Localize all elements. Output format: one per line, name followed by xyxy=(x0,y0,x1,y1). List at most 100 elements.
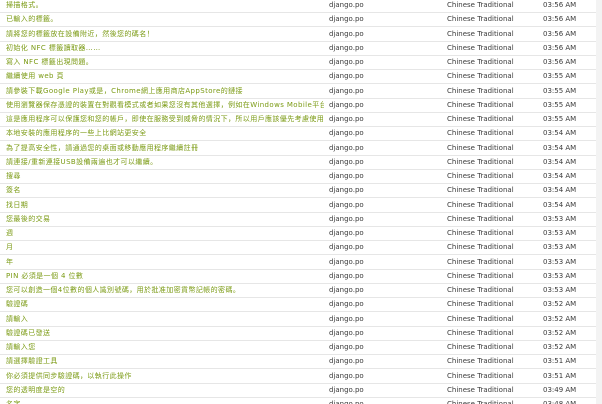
source-text[interactable]: 繼續使用 web 頁 xyxy=(6,70,324,83)
table-row[interactable]: 你必須提供同步驗證碼，以執行此操作 django.po Chinese Tradit… xyxy=(0,370,602,384)
file-name: django.po xyxy=(329,229,364,237)
timestamp: 03:52 AM xyxy=(543,328,577,337)
table-row[interactable]: 您可以創造一個4位數的個人識別號碼，用於批准加密貨幣記帳的密碼。 django.p… xyxy=(0,284,602,298)
language-name: Chinese Traditional xyxy=(447,400,514,404)
file-name: django.po xyxy=(329,400,364,404)
table-row[interactable]: 本地安裝的應用程序的一些上比網站更安全 django.po Chinese Trad… xyxy=(0,127,602,142)
table-row[interactable]: 請連接/重新連接USB設備兩遍也才可以繼續。 django.po Chinese T… xyxy=(0,156,602,170)
timestamp: 03:53 AM xyxy=(543,257,577,266)
table-row[interactable]: 初始化 NFC 標籤讀取器…… django.po Chinese Traditio… xyxy=(0,42,602,56)
timestamp: 03:56 AM xyxy=(543,1,577,9)
table-row[interactable]: 找日期 django.po Chinese Traditional 03:54 AM xyxy=(0,199,602,213)
source-text[interactable]: 為了提高安全性，請通過您的桌面或移動應用程序繼續註冊 xyxy=(6,142,324,155)
language-name: Chinese Traditional xyxy=(447,186,514,195)
source-text[interactable]: 請輸入您 xyxy=(6,341,324,354)
file-name: django.po xyxy=(329,100,364,109)
source-text[interactable]: 初始化 NFC 標籤讀取器…… xyxy=(6,42,324,55)
timestamp: 03:54 AM xyxy=(543,157,577,166)
timestamp: 03:53 AM xyxy=(543,214,577,223)
table-row[interactable]: 寫入 NFC 標籤出現問題。 django.po Chinese Tradition… xyxy=(0,56,602,70)
language-name: Chinese Traditional xyxy=(447,29,514,38)
source-text[interactable]: 掃描格式。 xyxy=(6,0,324,12)
table-row[interactable]: 請輸入您 django.po Chinese Traditional 03:52 AM xyxy=(0,341,602,355)
table-row[interactable]: 請選擇驗證工具 django.po Chinese Traditional 03:51… xyxy=(0,355,602,370)
timestamp: 03:54 AM xyxy=(543,172,577,180)
source-text[interactable]: 本地安裝的應用程序的一些上比網站更安全 xyxy=(6,127,324,140)
source-text[interactable]: 找日期 xyxy=(6,199,324,212)
translations-table: 掃描格式。 django.po Chinese Traditional 03:56 A… xyxy=(0,0,602,404)
source-text[interactable]: 請輸入 xyxy=(6,313,324,326)
language-name: Chinese Traditional xyxy=(447,58,514,66)
source-text[interactable]: 年 xyxy=(6,256,324,269)
language-name: Chinese Traditional xyxy=(447,229,514,237)
file-name: django.po xyxy=(329,328,364,337)
file-name: django.po xyxy=(329,214,364,223)
table-row[interactable]: 年 django.po Chinese Traditional 03:53 AM xyxy=(0,256,602,270)
table-row[interactable]: 請參裝下載Google Play或是，Chrome網上應用商店AppStore的… xyxy=(0,85,602,99)
timestamp: 03:53 AM xyxy=(543,229,577,237)
language-name: Chinese Traditional xyxy=(447,271,514,280)
source-text[interactable]: 搜尋 xyxy=(6,170,324,183)
table-row[interactable]: 簽名 django.po Chinese Traditional 03:54 AM xyxy=(0,184,602,199)
source-text[interactable]: PIN 必須是一個 4 位數 xyxy=(6,270,324,283)
source-text[interactable]: 您的透明度是空的 xyxy=(6,384,324,397)
source-text[interactable]: 驗證碼 xyxy=(6,298,324,311)
source-text[interactable]: 月 xyxy=(6,241,324,254)
timestamp: 03:54 AM xyxy=(543,129,577,138)
file-name: django.po xyxy=(329,15,364,24)
language-name: Chinese Traditional xyxy=(447,328,514,337)
source-text[interactable]: 已輸入的標籤。 xyxy=(6,13,324,26)
table-row[interactable]: PIN 必須是一個 4 位數 django.po Chinese Tradition… xyxy=(0,270,602,284)
source-text[interactable]: 這是應用程序可以保護您和您的帳戶，即使在服務受到威脅的情況下，所以用戶應該優先考… xyxy=(6,113,324,126)
source-text[interactable]: 簽名 xyxy=(6,184,324,197)
source-text[interactable]: 驗證碼已發送 xyxy=(6,327,324,340)
table-row[interactable]: 請輸入 django.po Chinese Traditional 03:52 AM xyxy=(0,313,602,327)
file-name: django.po xyxy=(329,1,364,9)
timestamp: 03:56 AM xyxy=(543,29,577,38)
timestamp: 03:49 AM xyxy=(543,385,577,394)
table-row[interactable]: 週 django.po Chinese Traditional 03:53 AM xyxy=(0,227,602,241)
source-text[interactable]: 週 xyxy=(6,227,324,240)
table-row[interactable]: 掃描格式。 django.po Chinese Traditional 03:56 A… xyxy=(0,0,602,13)
table-row[interactable]: 您最後的交易 django.po Chinese Traditional 03:53 … xyxy=(0,213,602,227)
table-row[interactable]: 使用瀏覽器保存憑證的裝置在對觀看模式或者如果您沒有其他選擇，例如在Windows… xyxy=(0,99,602,113)
source-text[interactable]: 使用瀏覽器保存憑證的裝置在對觀看模式或者如果您沒有其他選擇，例如在Windows… xyxy=(6,99,324,112)
source-text[interactable]: 請連接/重新連接USB設備兩遍也才可以繼續。 xyxy=(6,156,324,169)
language-name: Chinese Traditional xyxy=(447,43,514,52)
language-name: Chinese Traditional xyxy=(447,172,514,180)
timestamp: 03:55 AM xyxy=(543,115,577,123)
source-text[interactable]: 你必須提供同步驗證碼，以執行此操作 xyxy=(6,370,324,383)
table-row[interactable]: 驗證碼已發送 django.po Chinese Traditional 03:52 … xyxy=(0,327,602,341)
table-row[interactable]: 已輸入的標籤。 django.po Chinese Traditional 03:56… xyxy=(0,13,602,28)
timestamp: 03:54 AM xyxy=(543,186,577,195)
file-name: django.po xyxy=(329,157,364,166)
table-row[interactable]: 您的透明度是空的 django.po Chinese Traditional 03:4… xyxy=(0,384,602,398)
language-name: Chinese Traditional xyxy=(447,357,514,366)
language-name: Chinese Traditional xyxy=(447,286,514,294)
table-row[interactable]: 繼續使用 web 頁 django.po Chinese Traditional 03… xyxy=(0,70,602,85)
vertical-scrollbar[interactable] xyxy=(596,0,602,404)
source-text[interactable]: 您可以創造一個4位數的個人識別號碼，用於批准加密貨幣記帳的密碼。 xyxy=(6,284,324,297)
file-name: django.po xyxy=(329,286,364,294)
timestamp: 03:51 AM xyxy=(543,371,577,380)
timestamp: 03:51 AM xyxy=(543,357,577,366)
table-row[interactable]: 為了提高安全性，請通過您的桌面或移動應用程序繼續註冊 django.po Chine… xyxy=(0,142,602,156)
language-name: Chinese Traditional xyxy=(447,314,514,323)
table-row[interactable]: 搜尋 django.po Chinese Traditional 03:54 AM xyxy=(0,170,602,184)
language-name: Chinese Traditional xyxy=(447,72,514,81)
file-name: django.po xyxy=(329,186,364,195)
file-name: django.po xyxy=(329,200,364,209)
timestamp: 03:52 AM xyxy=(543,343,577,351)
table-row[interactable]: 這是應用程序可以保護您和您的帳戶，即使在服務受到威脅的情況下，所以用戶應該優先考… xyxy=(0,113,602,127)
table-row[interactable]: 驗證碼 django.po Chinese Traditional 03:52 AM xyxy=(0,298,602,313)
source-text[interactable]: 寫入 NFC 標籤出現問題。 xyxy=(6,56,324,69)
source-text[interactable]: 請參裝下載Google Play或是，Chrome網上應用商店AppStore的… xyxy=(6,85,324,98)
table-row[interactable]: 請將您的標籤放在設備附近，然後您的碼名！ django.po Chinese Tra… xyxy=(0,28,602,42)
source-text[interactable]: 您最後的交易 xyxy=(6,213,324,226)
source-text[interactable]: 請將您的標籤放在設備附近，然後您的碼名！ xyxy=(6,28,324,41)
language-name: Chinese Traditional xyxy=(447,200,514,209)
source-text[interactable]: 請選擇驗證工具 xyxy=(6,355,324,368)
table-row[interactable]: 月 django.po Chinese Traditional 03:53 AM xyxy=(0,241,602,256)
table-row[interactable]: 名字 django.po Chinese Traditional 03:48 AM xyxy=(0,398,602,404)
source-text[interactable]: 名字 xyxy=(6,398,324,404)
